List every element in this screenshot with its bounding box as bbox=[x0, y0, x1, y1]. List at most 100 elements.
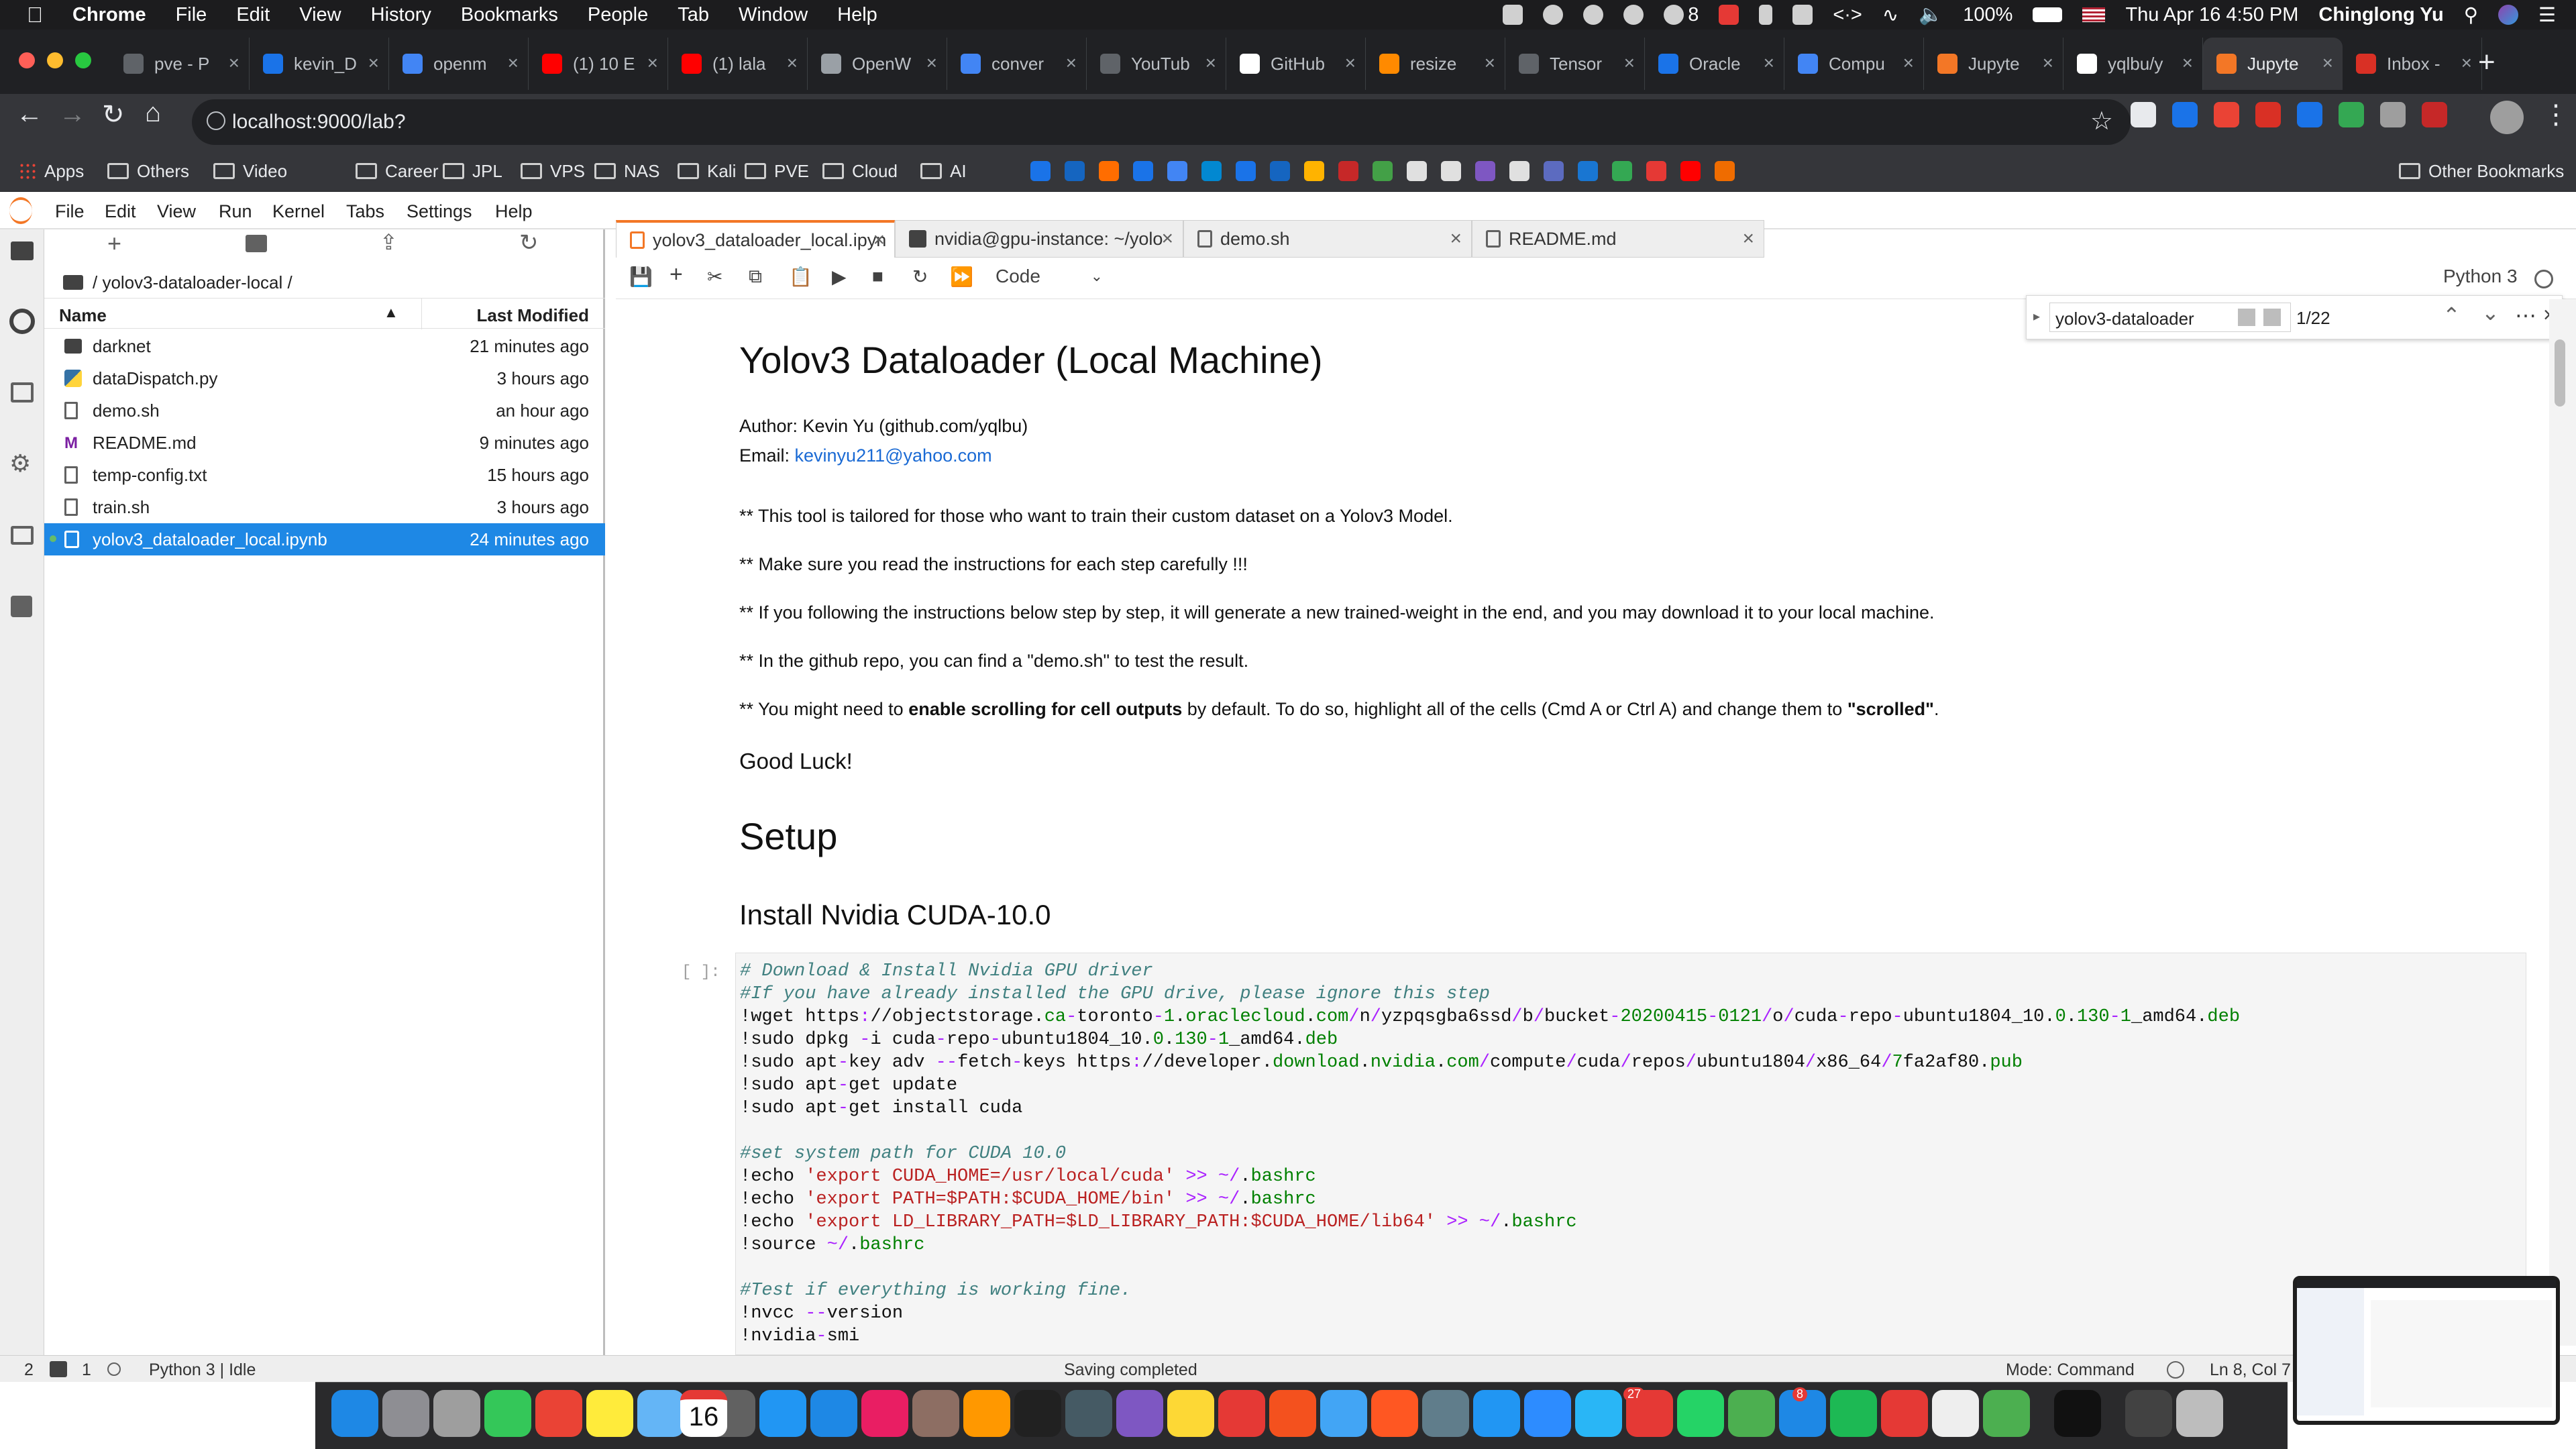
telegram-dock-icon[interactable] bbox=[1575, 1390, 1622, 1437]
reload-button[interactable]: ↻ bbox=[102, 99, 125, 130]
upload-button[interactable]: ⇪ bbox=[380, 229, 398, 255]
minimize-window-button[interactable] bbox=[47, 52, 63, 68]
chrome-tab[interactable]: OpenW × bbox=[808, 38, 947, 90]
chrome-tab[interactable]: Compu × bbox=[1784, 38, 1924, 90]
run-icon[interactable]: ▶ bbox=[832, 266, 847, 288]
status-kernels-count[interactable]: 2 bbox=[24, 1360, 34, 1380]
menu-window[interactable]: Window bbox=[739, 4, 808, 26]
extension-icon[interactable] bbox=[2214, 102, 2239, 127]
bookmark-icon[interactable] bbox=[1475, 161, 1495, 181]
menu-edit[interactable]: Edit bbox=[236, 4, 270, 26]
close-tab-icon[interactable]: × bbox=[1345, 52, 1356, 74]
duck-dock-icon[interactable] bbox=[1167, 1390, 1214, 1437]
jmenu-edit[interactable]: Edit bbox=[105, 201, 136, 222]
forward-button[interactable]: → bbox=[59, 99, 86, 129]
copy-icon[interactable]: ⧉ bbox=[749, 266, 762, 288]
jmenu-help[interactable]: Help bbox=[495, 201, 533, 222]
case-toggle-icon[interactable] bbox=[2263, 309, 2281, 326]
close-tab-icon[interactable]: × bbox=[787, 52, 798, 74]
expand-replace-icon[interactable]: ▸ bbox=[2033, 308, 2040, 325]
bookmark-icon[interactable] bbox=[1441, 161, 1461, 181]
more-options-icon[interactable]: ⋯ bbox=[2515, 303, 2536, 328]
wifi-icon[interactable]: ∿ bbox=[1882, 3, 1898, 27]
chrome-tab[interactable]: openm × bbox=[389, 38, 529, 90]
folder-home-icon[interactable] bbox=[63, 275, 83, 290]
volume-icon[interactable]: 🔈 bbox=[1919, 3, 1943, 26]
file-row[interactable]: dataDispatch.py 3 hours ago bbox=[44, 362, 605, 394]
notification-center-icon[interactable]: ☰ bbox=[2538, 3, 2556, 27]
close-tab-icon[interactable]: × bbox=[873, 229, 885, 252]
bookmark-folder[interactable]: Cloud bbox=[822, 150, 898, 192]
bookmark-icon[interactable] bbox=[1304, 161, 1324, 181]
cloud-tray-icon[interactable] bbox=[1543, 5, 1564, 25]
battery-percent[interactable]: 100% bbox=[1963, 4, 2012, 26]
bookmark-other[interactable]: Other Bookmarks bbox=[2399, 150, 2564, 192]
chrome-tab[interactable]: resize × bbox=[1366, 38, 1505, 90]
stop-icon[interactable]: ■ bbox=[872, 266, 883, 287]
bookmark-icon[interactable] bbox=[1715, 161, 1735, 181]
bookmark-folder[interactable]: PVE bbox=[745, 150, 809, 192]
back-button[interactable]: ← bbox=[16, 99, 43, 129]
bookmark-icon[interactable] bbox=[1612, 161, 1632, 181]
git-dock-icon[interactable] bbox=[1269, 1390, 1316, 1437]
menu-people[interactable]: People bbox=[588, 4, 648, 26]
jmenu-tabs[interactable]: Tabs bbox=[346, 201, 384, 222]
cell-type-select[interactable]: Code ⌄ bbox=[996, 266, 1103, 287]
wechat-dock-icon[interactable] bbox=[1728, 1390, 1775, 1437]
tabs-icon[interactable] bbox=[11, 526, 34, 545]
close-tab-icon[interactable]: × bbox=[508, 52, 519, 74]
asterisk-dock-icon[interactable] bbox=[963, 1390, 1010, 1437]
contacts-dock-icon[interactable] bbox=[637, 1390, 684, 1437]
bookmark-icon[interactable] bbox=[1270, 161, 1290, 181]
breadcrumb[interactable]: / yolov3-dataloader-local / bbox=[63, 267, 292, 298]
bookmark-folder[interactable]: Career bbox=[356, 150, 438, 192]
finder-tray-icon[interactable] bbox=[1503, 5, 1523, 25]
status-position[interactable]: Ln 8, Col 7 bbox=[2210, 1360, 2291, 1380]
screenshot-preview-thumbnail[interactable] bbox=[2293, 1276, 2560, 1425]
column-last-modified[interactable]: Last Modified bbox=[476, 305, 589, 326]
close-tab-icon[interactable]: × bbox=[1624, 52, 1635, 74]
apple-menu-icon[interactable]:  bbox=[27, 3, 43, 28]
status-trust-icon[interactable] bbox=[2167, 1361, 2184, 1379]
qq-dock-icon[interactable] bbox=[2054, 1390, 2101, 1437]
extension-icon[interactable] bbox=[2422, 102, 2447, 127]
bookmark-icon[interactable] bbox=[1030, 161, 1051, 181]
bookmark-folder[interactable]: AI bbox=[920, 150, 967, 192]
bookmark-folder[interactable]: NAS bbox=[594, 150, 659, 192]
code-tray-icon[interactable]: <·> bbox=[1833, 4, 1862, 26]
new-folder-button[interactable] bbox=[246, 235, 267, 252]
bookmark-icon[interactable] bbox=[1407, 161, 1427, 181]
extension-icon[interactable] bbox=[2380, 102, 2406, 127]
doc-tab-notebook[interactable]: yolov3_dataloader_local.ipyn × bbox=[616, 220, 895, 258]
datetime[interactable]: Thu Apr 16 4:50 PM bbox=[2125, 4, 2298, 26]
affinity-dock-icon[interactable] bbox=[861, 1390, 908, 1437]
terminal-status-icon[interactable] bbox=[50, 1361, 67, 1377]
new-tab-button[interactable]: + bbox=[2478, 46, 2496, 79]
spotlight-icon[interactable]: ⚲ bbox=[2464, 3, 2478, 27]
close-tab-icon[interactable]: × bbox=[1485, 52, 1495, 74]
jmenu-kernel[interactable]: Kernel bbox=[272, 201, 325, 222]
bookmark-folder[interactable]: VPS bbox=[521, 150, 585, 192]
running-kernels-icon[interactable] bbox=[9, 309, 35, 334]
sync-dock-icon[interactable] bbox=[1422, 1390, 1469, 1437]
save-icon[interactable]: 💾 bbox=[629, 266, 653, 288]
close-tab-icon[interactable]: × bbox=[1161, 227, 1173, 250]
insert-cell-icon[interactable]: + bbox=[669, 262, 683, 288]
vnc-dock-icon[interactable] bbox=[1065, 1390, 1112, 1437]
zoom-dock-icon[interactable] bbox=[1524, 1390, 1571, 1437]
status-terminals-count[interactable]: 1 bbox=[82, 1360, 91, 1380]
menu-tab[interactable]: Tab bbox=[678, 4, 709, 26]
qq-cloud-dock-icon[interactable] bbox=[1473, 1390, 1520, 1437]
bookmark-apps[interactable]: Apps bbox=[19, 150, 84, 192]
bookmark-icon[interactable] bbox=[1544, 161, 1564, 181]
menu-bookmarks[interactable]: Bookmarks bbox=[461, 4, 558, 26]
chrome-tab[interactable]: kevin_D × bbox=[250, 38, 389, 90]
chrome-tab[interactable]: yqlbu/y × bbox=[2063, 38, 2203, 90]
whatsapp-dock-icon[interactable] bbox=[1677, 1390, 1724, 1437]
notebook-scrollbar[interactable] bbox=[2549, 299, 2576, 1346]
bookmark-icon[interactable] bbox=[1167, 161, 1187, 181]
menu-view[interactable]: View bbox=[299, 4, 341, 26]
close-tab-icon[interactable]: × bbox=[926, 52, 937, 74]
extension-icon[interactable] bbox=[2297, 102, 2322, 127]
bookmark-folder[interactable]: Others bbox=[107, 150, 189, 192]
